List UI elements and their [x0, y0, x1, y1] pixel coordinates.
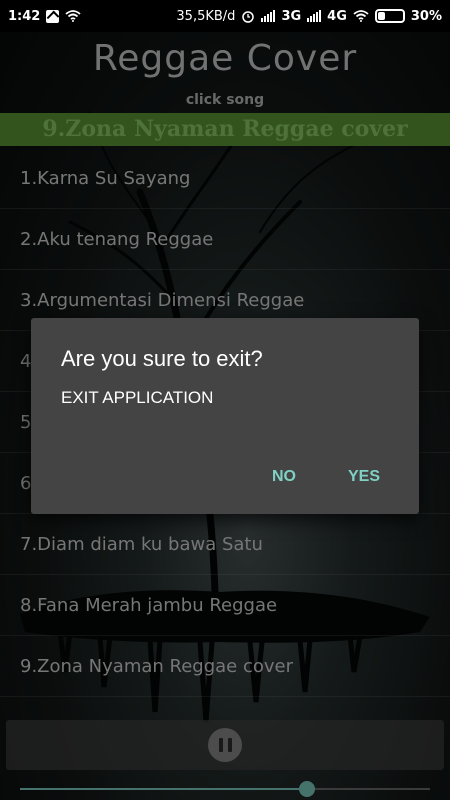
- dialog-title: Are you sure to exit?: [61, 346, 263, 371]
- upload-notification-icon: [46, 9, 60, 23]
- network-type-1: 3G: [281, 8, 302, 24]
- exit-dialog: Are you sure to exit? EXIT APPLICATION N…: [31, 318, 419, 514]
- wifi-icon: [65, 10, 81, 22]
- alarm-icon: [242, 11, 255, 23]
- network-speed: 35,5KB/d: [176, 8, 236, 24]
- yes-button[interactable]: YES: [348, 468, 380, 486]
- no-button[interactable]: NO: [272, 468, 296, 486]
- battery-percent: 30%: [410, 8, 442, 24]
- battery-icon: [374, 9, 405, 23]
- network-type-2: 4G: [327, 8, 347, 24]
- status-bar: 1:42 35,5KB/d 3G 4G 30%: [0, 0, 450, 32]
- status-time: 1:42: [8, 8, 41, 24]
- signal-icon: [307, 10, 322, 22]
- dialog-message: EXIT APPLICATION: [61, 388, 214, 407]
- signal-icon: [261, 10, 276, 22]
- wifi-icon: [353, 10, 369, 22]
